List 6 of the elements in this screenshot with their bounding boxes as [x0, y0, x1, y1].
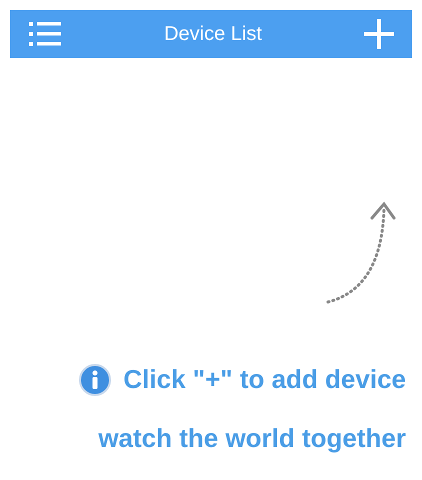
info-icon — [79, 364, 112, 396]
header-title: Device List — [164, 22, 262, 47]
hint-text: Click "+" to add device — [123, 363, 406, 396]
hint-text: watch the world together — [98, 422, 406, 455]
menu-icon[interactable] — [28, 21, 62, 47]
add-icon[interactable] — [364, 19, 394, 49]
